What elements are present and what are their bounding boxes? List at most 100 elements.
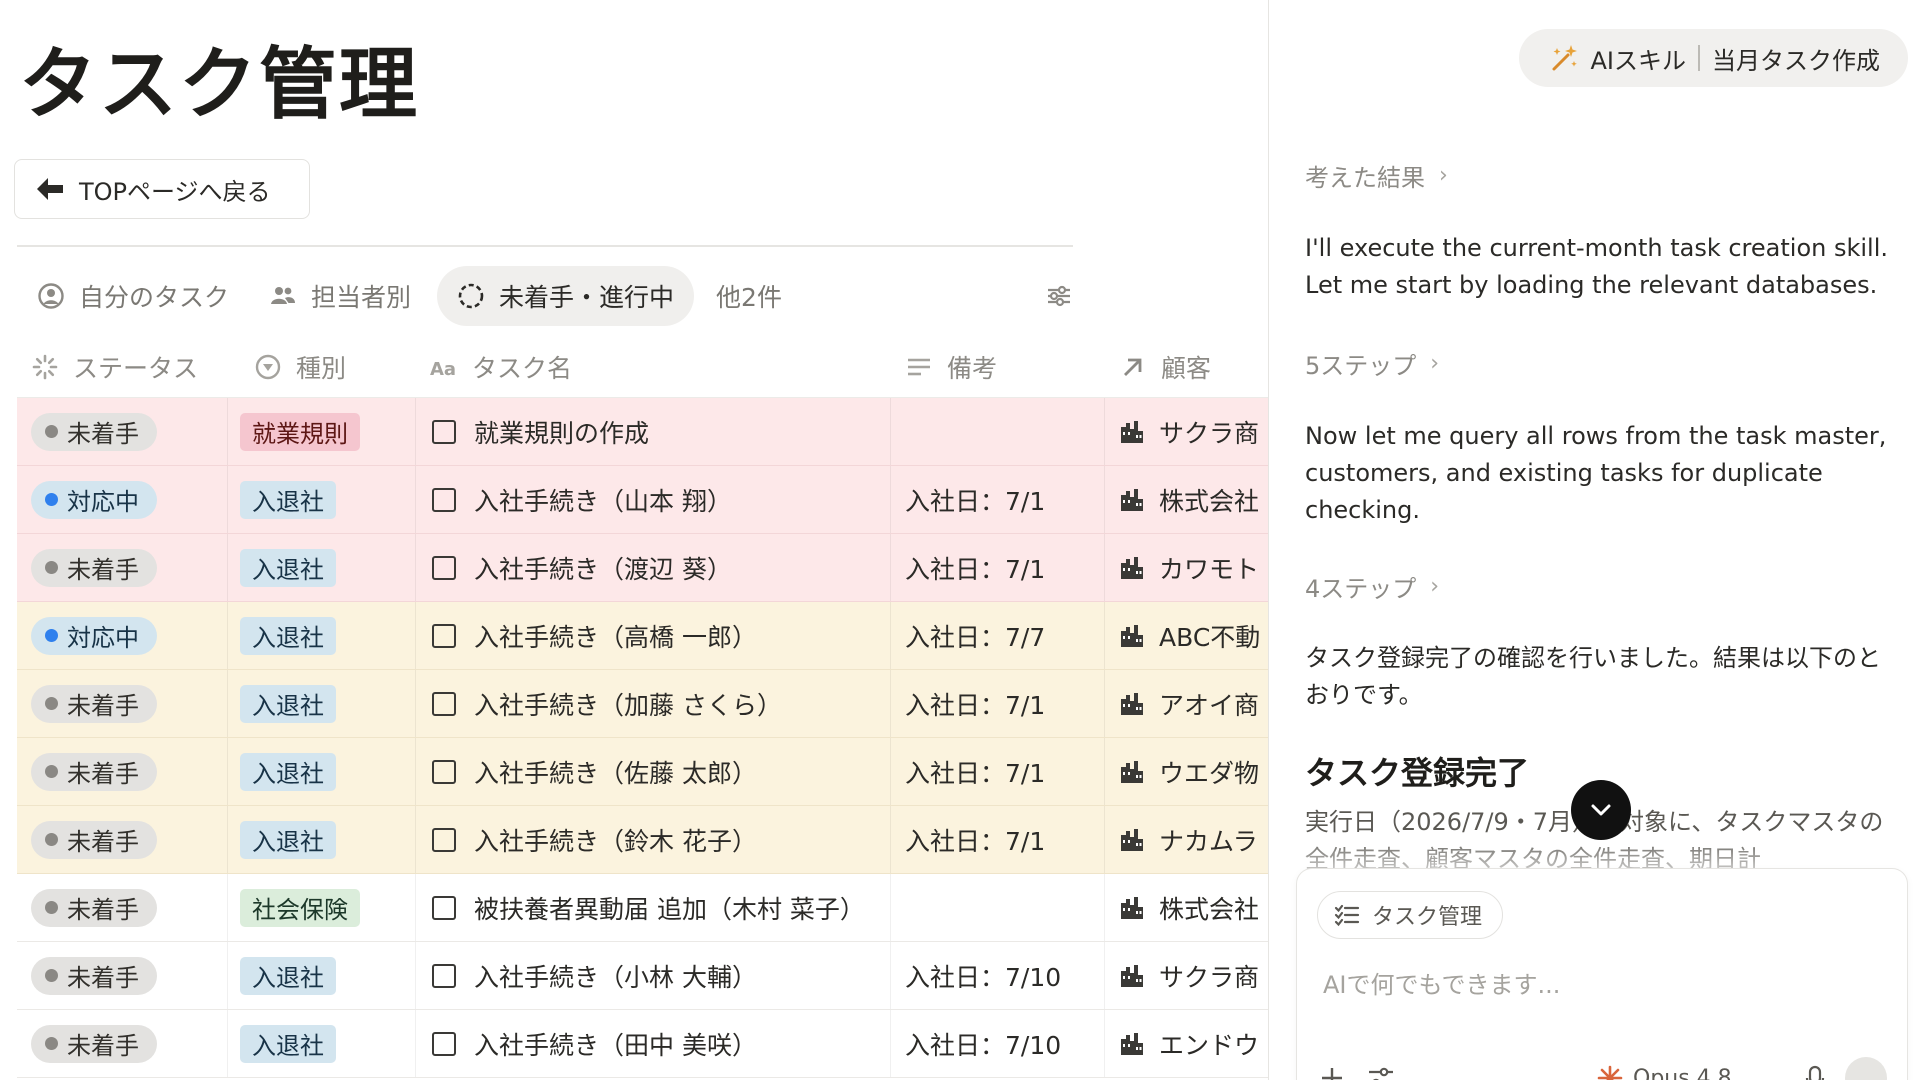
task-checkbox[interactable] <box>432 487 456 512</box>
task-checkbox[interactable] <box>432 895 456 920</box>
steps-toggle[interactable]: 5ステップ › <box>1305 346 1439 381</box>
note-cell[interactable]: 入社日：7/7 <box>891 602 1105 669</box>
customer-cell[interactable]: ウエダ物 <box>1105 738 1268 805</box>
task-checkbox[interactable] <box>432 555 456 580</box>
task-name-cell[interactable]: 入社手続き（佐藤 太郎） <box>416 738 891 805</box>
microphone-icon[interactable] <box>1805 1065 1825 1080</box>
type-cell[interactable]: 入退社 <box>228 602 416 669</box>
task-checkbox[interactable] <box>432 623 456 648</box>
task-checkbox[interactable] <box>432 963 456 988</box>
task-name-cell[interactable]: 入社手続き（鈴木 花子） <box>416 806 891 873</box>
customer-cell[interactable]: 株式会社 <box>1105 874 1268 941</box>
customer-cell[interactable]: 株式会社 <box>1105 466 1268 533</box>
status-cell[interactable]: 未着手 <box>17 398 228 465</box>
more-views-button[interactable]: 他2件 <box>694 278 782 314</box>
customer-cell[interactable]: サクラ商 <box>1105 398 1268 465</box>
building-icon <box>1121 896 1143 919</box>
model-selector[interactable]: Opus 4.8 <box>1597 1065 1732 1080</box>
type-cell[interactable]: 入退社 <box>228 942 416 1009</box>
column-header-task-name[interactable]: Aa タスク名 <box>416 336 891 398</box>
task-name-cell[interactable]: 入社手続き（山本 翔） <box>416 466 891 533</box>
customer-cell[interactable]: カワモト <box>1105 534 1268 601</box>
ai-skill-chip[interactable]: AIスキル 当月タスク作成 <box>1518 29 1908 87</box>
table-row[interactable]: 未着手 入退社 入社手続き（鈴木 花子） 入社日：7/1 ナカムラ <box>17 806 1268 874</box>
back-to-top-button[interactable]: TOPページへ戻る <box>14 159 310 219</box>
status-cell[interactable]: 未着手 <box>17 874 228 941</box>
task-checkbox[interactable] <box>432 759 456 784</box>
type-cell[interactable]: 社会保険 <box>228 874 416 941</box>
ai-prompt-input[interactable] <box>1323 965 1883 1005</box>
type-cell[interactable]: 入退社 <box>228 738 416 805</box>
note-cell[interactable]: 入社日：7/1 <box>891 466 1105 533</box>
task-name-cell[interactable]: 入社手続き（高橋 一郎） <box>416 602 891 669</box>
table-row[interactable]: 未着手 社会保険 被扶養者異動届 追加（木村 菜子） 株式会社 <box>17 874 1268 942</box>
tab-not-started-in-progress[interactable]: 未着手・進行中 <box>437 266 695 326</box>
note-cell[interactable]: 入社日：7/1 <box>891 738 1105 805</box>
type-cell[interactable]: 入退社 <box>228 1010 416 1077</box>
note-cell[interactable] <box>891 398 1105 465</box>
note-cell[interactable] <box>891 874 1105 941</box>
status-label: 対応中 <box>67 624 139 652</box>
customer-cell[interactable]: エンドウ <box>1105 1010 1268 1077</box>
table-row[interactable]: 対応中 入退社 入社手続き（高橋 一郎） 入社日：7/7 ABC不動 <box>17 602 1268 670</box>
task-name-cell[interactable]: 入社手続き（田中 美咲） <box>416 1010 891 1077</box>
column-header-status[interactable]: ステータス <box>17 336 228 398</box>
customer-cell[interactable]: アオイ商 <box>1105 670 1268 737</box>
table-row[interactable]: 未着手 入退社 入社手続き（小林 大輔） 入社日：7/10 サクラ商 <box>17 942 1268 1010</box>
task-name-cell[interactable]: 就業規則の作成 <box>416 398 891 465</box>
status-cell[interactable]: 未着手 <box>17 806 228 873</box>
status-cell[interactable]: 未着手 <box>17 1010 228 1077</box>
send-button[interactable] <box>1845 1057 1887 1080</box>
building-icon <box>1121 964 1143 987</box>
status-cell[interactable]: 対応中 <box>17 602 228 669</box>
type-cell[interactable]: 就業規則 <box>228 398 416 465</box>
customer-cell[interactable]: サクラ商 <box>1105 942 1268 1009</box>
task-name-cell[interactable]: 被扶養者異動届 追加（木村 菜子） <box>416 874 891 941</box>
type-cell[interactable]: 入退社 <box>228 670 416 737</box>
task-checkbox[interactable] <box>432 827 456 852</box>
tab-by-assignee[interactable]: 担当者別 <box>249 266 431 326</box>
task-name-cell[interactable]: 入社手続き（渡辺 葵） <box>416 534 891 601</box>
note-cell[interactable]: 入社日：7/1 <box>891 534 1105 601</box>
thinking-result-toggle[interactable]: 考えた結果 › <box>1305 158 1448 193</box>
status-dot-icon <box>45 1037 58 1050</box>
filter-settings-icon[interactable] <box>1045 282 1073 310</box>
note-cell[interactable]: 入社日：7/10 <box>891 942 1105 1009</box>
status-label: 未着手 <box>67 964 139 992</box>
type-cell[interactable]: 入退社 <box>228 806 416 873</box>
table-row[interactable]: 未着手 入退社 入社手続き（佐藤 太郎） 入社日：7/1 ウエダ物 <box>17 738 1268 806</box>
customer-cell[interactable]: ABC不動 <box>1105 602 1268 669</box>
table-row[interactable]: 対応中 入退社 入社手続き（山本 翔） 入社日：7/1 株式会社 <box>17 466 1268 534</box>
note-cell[interactable]: 入社日：7/10 <box>891 1010 1105 1077</box>
sliders-icon[interactable] <box>1367 1065 1395 1080</box>
scroll-to-bottom-button[interactable] <box>1571 780 1631 840</box>
type-cell[interactable]: 入退社 <box>228 534 416 601</box>
task-checkbox[interactable] <box>432 419 456 444</box>
note-cell[interactable]: 入社日：7/1 <box>891 670 1105 737</box>
task-name-cell[interactable]: 入社手続き（加藤 さくら） <box>416 670 891 737</box>
column-header-customer[interactable]: 顧客 <box>1105 336 1268 398</box>
table-row[interactable]: 未着手 就業規則 就業規則の作成 サクラ商 <box>17 398 1268 466</box>
type-tag: 入退社 <box>240 956 336 995</box>
status-cell[interactable]: 対応中 <box>17 466 228 533</box>
plus-icon[interactable] <box>1319 1065 1345 1080</box>
column-header-type[interactable]: 種別 <box>228 336 416 398</box>
status-cell[interactable]: 未着手 <box>17 670 228 737</box>
tab-my-tasks[interactable]: 自分のタスク <box>17 266 249 326</box>
status-cell[interactable]: 未着手 <box>17 738 228 805</box>
status-cell[interactable]: 未着手 <box>17 534 228 601</box>
customer-cell[interactable]: ナカムラ <box>1105 806 1268 873</box>
task-checkbox[interactable] <box>432 1031 456 1056</box>
type-cell[interactable]: 入退社 <box>228 466 416 533</box>
status-cell[interactable]: 未着手 <box>17 942 228 1009</box>
table-row[interactable]: 未着手 入退社 入社手続き（田中 美咲） 入社日：7/10 エンドウ <box>17 1010 1268 1078</box>
note-cell[interactable]: 入社日：7/1 <box>891 806 1105 873</box>
context-chip[interactable]: タスク管理 <box>1317 891 1504 939</box>
table-row[interactable]: 未着手 入退社 入社手続き（加藤 さくら） 入社日：7/1 アオイ商 <box>17 670 1268 738</box>
task-checkbox[interactable] <box>432 691 456 716</box>
steps-toggle[interactable]: 4ステップ › <box>1305 569 1439 604</box>
column-header-notes[interactable]: 備考 <box>891 336 1105 398</box>
building-icon <box>1121 420 1143 443</box>
task-name-cell[interactable]: 入社手続き（小林 大輔） <box>416 942 891 1009</box>
table-row[interactable]: 未着手 入退社 入社手続き（渡辺 葵） 入社日：7/1 カワモト <box>17 534 1268 602</box>
